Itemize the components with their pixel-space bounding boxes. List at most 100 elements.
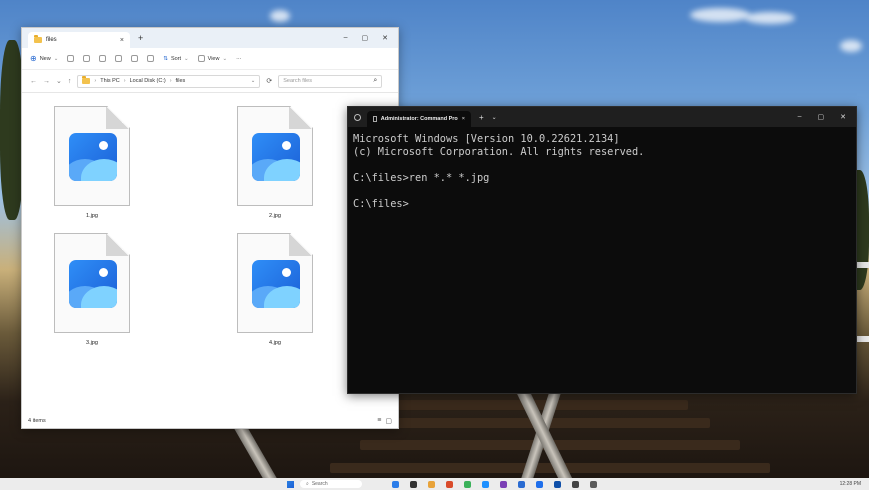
search-input[interactable]: Search files ⌕ [278, 74, 383, 88]
file-item-3[interactable]: 3.jpg [42, 233, 142, 346]
sort-icon: ⇅ [163, 55, 168, 62]
taskbar-app-icon[interactable] [518, 481, 525, 488]
taskbar-app-icon[interactable] [590, 481, 597, 488]
sort-button-label: Sort [170, 55, 182, 62]
taskbar-app-icon[interactable] [464, 481, 471, 488]
paste-icon[interactable] [99, 55, 107, 62]
command-prompt-window: Administrator: Command Pro × + ⌄ – ▢ ✕ M… [347, 106, 857, 394]
cloud [270, 10, 290, 22]
forward-arrow-icon[interactable]: → [43, 78, 50, 85]
chevron-down-icon[interactable]: ⌄ [251, 78, 256, 84]
search-icon: ⌕ [373, 77, 378, 84]
terminal-line: Microsoft Windows [Version 10.0.22621.21… [353, 133, 620, 145]
new-button[interactable]: ⊕ New ⌄ [30, 54, 58, 63]
taskbar-app-icon[interactable] [446, 481, 453, 488]
maximize-button[interactable]: ▢ [362, 34, 369, 42]
explorer-tab-label: files [46, 37, 57, 43]
folder-icon [34, 35, 42, 43]
view-button-label: View [207, 55, 220, 62]
dropdown-chevron-icon[interactable]: ⌄ [492, 114, 497, 121]
rename-icon[interactable] [115, 55, 123, 62]
terminal-icon [373, 116, 377, 122]
more-options-button[interactable]: ··· [236, 56, 242, 62]
refresh-icon[interactable]: ⟳ [266, 77, 272, 85]
file-item-1[interactable]: 1.jpg [42, 106, 142, 219]
breadcrumb-local-disk[interactable]: Local Disk (C:) [130, 78, 166, 84]
file-item-2[interactable]: 2.jpg [225, 106, 325, 219]
sort-button[interactable]: ⇅ Sort ⌄ [163, 56, 188, 62]
taskbar-app-icon[interactable] [410, 481, 417, 488]
search-icon: ⌕ [306, 481, 309, 487]
new-tab-button[interactable]: + [138, 33, 143, 43]
file-item-4[interactable]: 4.jpg [225, 233, 325, 346]
breadcrumb-separator: › [169, 78, 172, 84]
taskbar-app-icon[interactable] [536, 481, 543, 488]
photo-icon [252, 133, 300, 181]
chevron-down-icon: ⌄ [53, 55, 59, 62]
minimize-button[interactable]: – [798, 113, 802, 121]
image-file-icon [237, 106, 313, 206]
photo-icon [69, 133, 117, 181]
terminal-output[interactable]: Microsoft Windows [Version 10.0.22621.21… [348, 127, 856, 217]
file-explorer-window: files × + – ▢ ✕ ⊕ New ⌄ ⇅ Sort ⌄ View ⌄ [21, 27, 399, 429]
file-name: 2.jpg [269, 213, 281, 219]
cloud [745, 12, 795, 24]
file-name: 1.jpg [86, 213, 98, 219]
clock: 12:28 PM [839, 481, 861, 487]
taskbar-app-icon[interactable] [482, 481, 489, 488]
tab-close-icon[interactable]: × [120, 37, 124, 44]
terminal-line: ​ [353, 185, 851, 198]
taskbar-app-icon[interactable] [392, 481, 399, 488]
cmd-titlebar: Administrator: Command Pro × + ⌄ – ▢ ✕ [348, 107, 856, 127]
terminal-prompt-line: C:\files> [353, 198, 409, 210]
close-button[interactable]: ✕ [840, 113, 846, 121]
explorer-command-bar: ⊕ New ⌄ ⇅ Sort ⌄ View ⌄ ··· [22, 48, 398, 70]
taskbar-app-icon[interactable] [572, 481, 579, 488]
minimize-button[interactable]: – [344, 34, 348, 42]
copy-icon[interactable] [83, 55, 91, 62]
maximize-button[interactable]: ▢ [818, 113, 825, 121]
chevron-down-icon: ⌄ [184, 55, 189, 62]
cut-icon[interactable] [67, 55, 75, 62]
explorer-tab-files[interactable]: files × [28, 32, 130, 48]
status-bar: 4 items ≡ ▢ [22, 414, 398, 428]
cloud [690, 8, 750, 22]
up-arrow-icon[interactable]: ↑ [68, 78, 72, 85]
delete-icon[interactable] [147, 55, 155, 62]
chevron-down-icon: ⌄ [222, 55, 228, 62]
breadcrumb-files[interactable]: files [176, 78, 186, 84]
breadcrumb-this-pc[interactable]: This PC [100, 78, 120, 84]
terminal-line: (c) Microsoft Corporation. All rights re… [353, 146, 645, 158]
shield-icon [354, 113, 361, 121]
taskbar: ⌕ Search 12:28 PM [0, 478, 869, 490]
folder-icon [82, 76, 91, 84]
image-file-icon [54, 106, 130, 206]
address-bar[interactable]: › This PC › Local Disk (C:) › files ⌄ [77, 74, 261, 88]
taskbar-app-icon[interactable] [428, 481, 435, 488]
back-arrow-icon[interactable]: ← [30, 78, 37, 85]
terminal-line: ​ [353, 159, 851, 172]
taskbar-app-icon[interactable] [500, 481, 507, 488]
new-button-label: New [39, 55, 51, 62]
tab-close-icon[interactable]: × [462, 116, 465, 122]
taskbar-search[interactable]: ⌕ Search [300, 480, 362, 488]
cmd-tab[interactable]: Administrator: Command Pro × [367, 111, 471, 127]
file-list: 1.jpg 2.jpg 3.jpg 4.jpg [22, 93, 398, 403]
close-button[interactable]: ✕ [382, 34, 388, 42]
explorer-address-row: ← → ⌄ ↑ › This PC › Local Disk (C:) › fi… [22, 70, 398, 93]
explorer-window-controls: – ▢ ✕ [344, 34, 398, 42]
new-tab-button[interactable]: + [479, 113, 484, 122]
cmd-window-controls: – ▢ ✕ [798, 113, 856, 121]
view-button[interactable]: View ⌄ [197, 55, 228, 62]
tiles-view-icon[interactable]: ▢ [385, 417, 392, 425]
recent-locations-icon[interactable]: ⌄ [56, 77, 62, 85]
share-icon[interactable] [131, 55, 139, 62]
view-toggle: ≡ ▢ [377, 417, 392, 425]
taskbar-app-icon[interactable] [554, 481, 561, 488]
search-placeholder: Search files [283, 78, 312, 84]
start-icon[interactable] [287, 481, 294, 488]
breadcrumb-separator: › [123, 78, 126, 84]
details-view-icon[interactable]: ≡ [377, 417, 381, 425]
view-icon [197, 55, 205, 62]
explorer-titlebar: files × + – ▢ ✕ [22, 28, 398, 48]
